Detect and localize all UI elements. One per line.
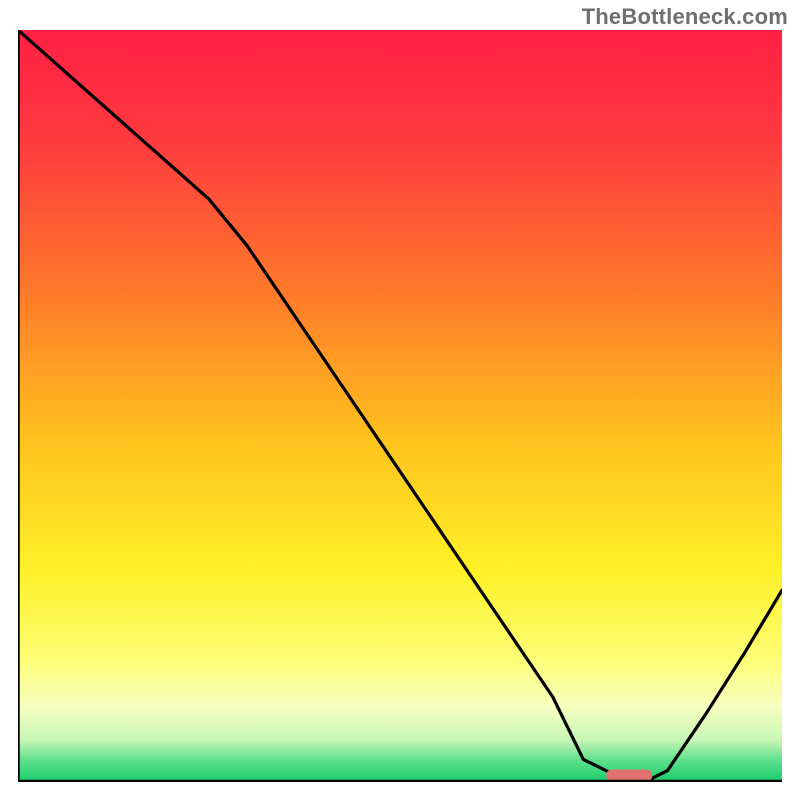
- optimal-marker: [606, 769, 652, 781]
- gradient-background: [18, 30, 782, 782]
- chart-svg: [18, 30, 782, 782]
- bottleneck-chart: [18, 30, 782, 782]
- chart-container: TheBottleneck.com: [0, 0, 800, 800]
- watermark-text: TheBottleneck.com: [582, 4, 788, 30]
